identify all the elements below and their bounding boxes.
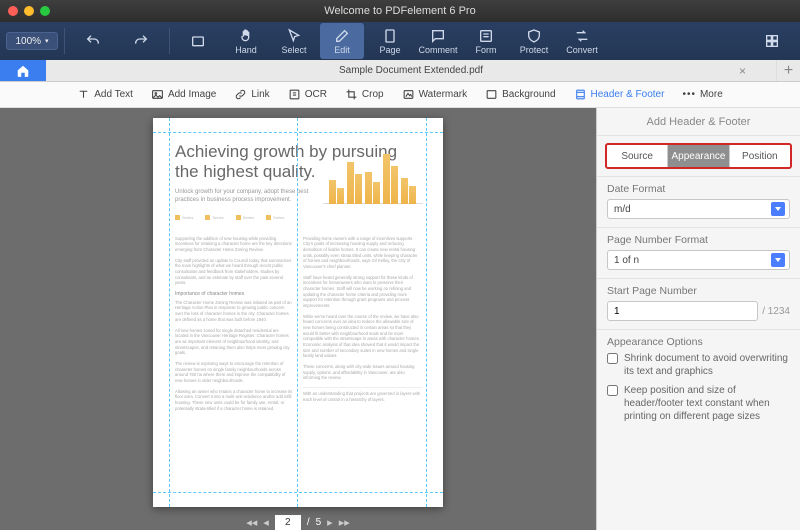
document-tab-title: Sample Document Extended.pdf — [339, 65, 483, 76]
crop-icon — [345, 88, 358, 101]
date-format-section: Date Format m/d — [597, 176, 800, 227]
header-footer-panel: Add Header & Footer Source Appearance Po… — [596, 108, 800, 530]
page-chart — [323, 144, 423, 216]
document-canvas[interactable]: Achieving growth by pursuing the highest… — [0, 108, 596, 530]
background-button[interactable]: Background — [481, 86, 559, 103]
appearance-options-label: Appearance Options — [607, 336, 790, 348]
toolbar-batch-button[interactable] — [750, 23, 794, 59]
close-tab-button[interactable]: × — [739, 64, 746, 78]
pdf-page: Achieving growth by pursuing the highest… — [153, 118, 443, 507]
toolbar-convert-button[interactable]: Convert — [560, 23, 604, 59]
ocr-icon — [288, 88, 301, 101]
shrink-document-checkbox[interactable] — [607, 353, 618, 364]
header-footer-icon — [574, 88, 587, 101]
start-page-hint: / 1234 — [762, 306, 790, 317]
toolbar-form-button[interactable]: Form — [464, 23, 508, 59]
start-page-label: Start Page Number — [607, 285, 790, 297]
link-icon — [234, 88, 247, 101]
toolbar-undo-button[interactable] — [71, 23, 115, 59]
page-number-input[interactable] — [275, 515, 301, 530]
keep-position-checkbox[interactable] — [607, 385, 618, 396]
page-sep: / — [307, 517, 310, 528]
guide-line — [169, 118, 170, 507]
crop-button[interactable]: Crop — [341, 86, 388, 103]
date-format-label: Date Format — [607, 183, 790, 195]
edit-subtoolbar: Add Text Add Image Link OCR Crop Waterma… — [0, 82, 800, 108]
chevron-down-icon — [771, 253, 785, 267]
header-footer-button[interactable]: Header & Footer — [570, 86, 669, 103]
guide-line — [153, 132, 443, 133]
page-navigator: ◂◂ ◂ / 5 ▸ ▸▸ — [246, 515, 350, 530]
minimize-window-button[interactable] — [24, 6, 34, 16]
workspace: Achieving growth by pursuing the highest… — [0, 108, 800, 530]
add-text-button[interactable]: Add Text — [73, 86, 137, 103]
last-page-button[interactable]: ▸▸ — [339, 516, 350, 529]
document-tab[interactable]: Sample Document Extended.pdf × — [46, 60, 776, 81]
zoom-select[interactable]: 100%▾ — [6, 32, 58, 50]
toolbar-redo-button[interactable] — [119, 23, 163, 59]
toolbar-edit-button[interactable]: Edit — [320, 23, 364, 59]
window-titlebar: Welcome to PDFelement 6 Pro — [0, 0, 800, 22]
image-icon — [151, 88, 164, 101]
page-number-format-section: Page Number Format 1 of n — [597, 227, 800, 278]
window-controls — [8, 6, 50, 16]
shrink-document-label: Shrink document to avoid overwriting its… — [624, 352, 790, 378]
toolbar-comment-button[interactable]: Comment — [416, 23, 460, 59]
more-button[interactable]: •••More — [678, 87, 726, 102]
page-number-format-select[interactable]: 1 of n — [607, 250, 790, 270]
tab-source[interactable]: Source — [607, 145, 668, 167]
guide-line — [297, 118, 298, 507]
page-body: Supporting the addition of new housing w… — [175, 236, 421, 417]
watermark-button[interactable]: Watermark — [398, 86, 472, 103]
window-title: Welcome to PDFelement 6 Pro — [324, 5, 475, 17]
start-page-section: Start Page Number / 1234 — [597, 278, 800, 329]
toolbar-open-button[interactable] — [176, 23, 220, 59]
prev-page-button[interactable]: ◂ — [263, 516, 269, 529]
start-page-input[interactable] — [607, 301, 758, 321]
main-toolbar: 100%▾ Hand Select Edit Page Comment Form… — [0, 22, 800, 60]
keep-position-label: Keep position and size of header/footer … — [624, 384, 790, 423]
toolbar-hand-button[interactable]: Hand — [224, 23, 268, 59]
guide-line — [153, 492, 443, 493]
page-number-format-label: Page Number Format — [607, 234, 790, 246]
toolbar-protect-button[interactable]: Protect — [512, 23, 556, 59]
guide-line — [426, 118, 427, 507]
date-format-select[interactable]: m/d — [607, 199, 790, 219]
first-page-button[interactable]: ◂◂ — [246, 516, 257, 529]
page-lead: Unlock growth for your company, adopt th… — [175, 189, 310, 205]
next-page-button[interactable]: ▸ — [327, 516, 333, 529]
background-icon — [485, 88, 498, 101]
home-tab[interactable] — [0, 60, 46, 81]
home-icon — [16, 64, 30, 78]
tab-position[interactable]: Position — [730, 145, 790, 167]
more-icon: ••• — [682, 89, 696, 100]
watermark-icon — [402, 88, 415, 101]
text-icon — [77, 88, 90, 101]
ocr-button[interactable]: OCR — [284, 86, 331, 103]
toolbar-select-button[interactable]: Select — [272, 23, 316, 59]
panel-tab-segment: Source Appearance Position — [605, 143, 792, 169]
tab-appearance[interactable]: Appearance — [668, 145, 729, 167]
add-tab-button[interactable]: + — [776, 60, 800, 81]
zoom-window-button[interactable] — [40, 6, 50, 16]
panel-title: Add Header & Footer — [597, 108, 800, 136]
close-window-button[interactable] — [8, 6, 18, 16]
page-total: 5 — [316, 517, 322, 528]
toolbar-page-button[interactable]: Page — [368, 23, 412, 59]
link-button[interactable]: Link — [230, 86, 273, 103]
add-image-button[interactable]: Add Image — [147, 86, 220, 103]
document-tabbar: Sample Document Extended.pdf × + — [0, 60, 800, 82]
appearance-options-section: Appearance Options Shrink document to av… — [597, 329, 800, 437]
chevron-down-icon — [771, 202, 785, 216]
